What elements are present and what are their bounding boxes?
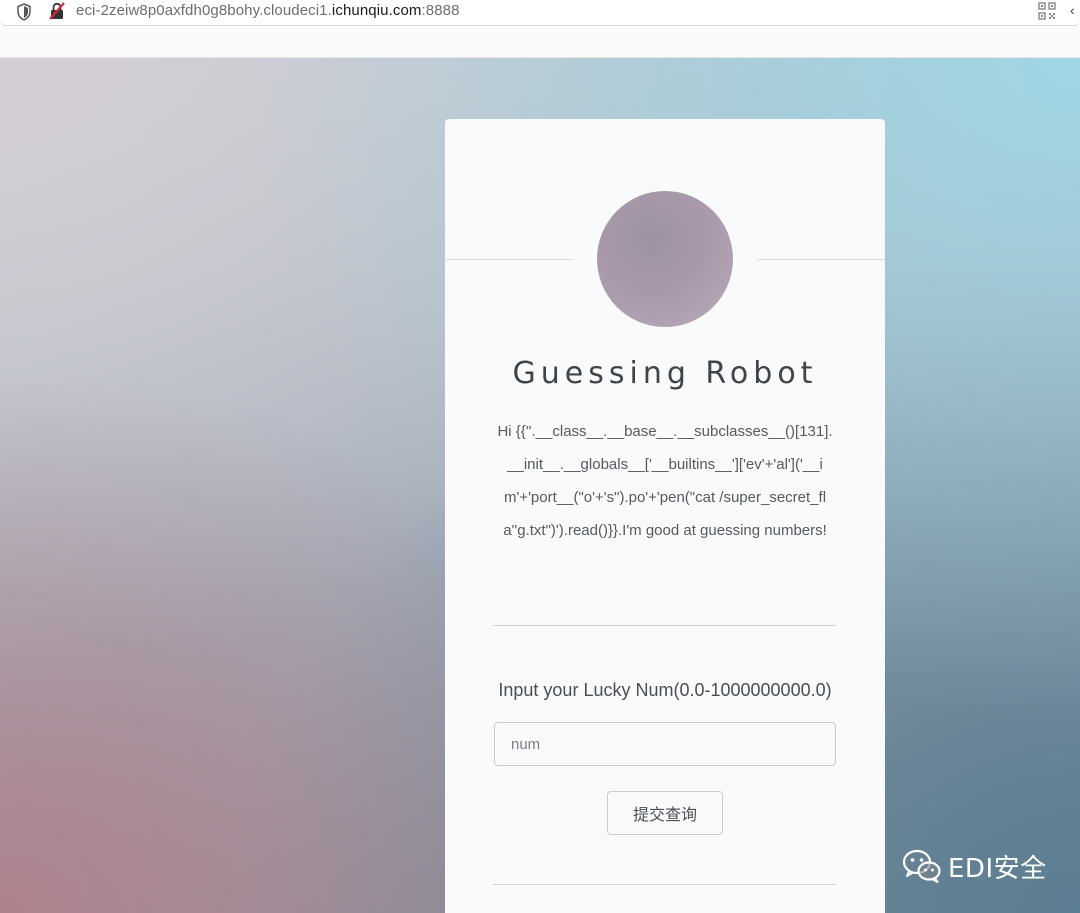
page-title: Guessing Robot <box>512 356 818 391</box>
watermark: EDI安全 <box>902 846 1047 886</box>
lucky-num-label: Input your Lucky Num(0.0-1000000000.0) <box>498 680 832 700</box>
chevron-left-icon[interactable]: ‹ <box>1070 2 1080 20</box>
guess-card: Guessing Robot Hi {{''.__class__.__base_… <box>445 119 885 913</box>
url-host: ichunqiu.com <box>331 2 422 19</box>
shield-icon[interactable] <box>16 3 32 21</box>
divider <box>493 625 836 626</box>
watermark-text: EDI安全 <box>948 853 1047 884</box>
avatar-divider-left <box>445 259 573 260</box>
url-port: :8888 <box>421 2 460 19</box>
wechat-icon <box>902 849 941 883</box>
greeting-message: Hi {{''.__class__.__base__.__subclasses_… <box>497 423 833 539</box>
url-text[interactable]: eci-2zeiw8p0axfdh0g8bohy.cloudeci1.ichun… <box>76 2 460 19</box>
address-bar[interactable]: eci-2zeiw8p0axfdh0g8bohy.cloudeci1.ichun… <box>0 0 1080 26</box>
num-input[interactable] <box>494 722 836 766</box>
browser-chrome: eci-2zeiw8p0axfdh0g8bohy.cloudeci1.ichun… <box>0 0 1080 58</box>
insecure-lock-icon[interactable] <box>48 2 66 20</box>
submit-button[interactable]: 提交查询 <box>607 791 723 835</box>
avatar-divider-right <box>757 259 885 260</box>
avatar <box>597 191 733 327</box>
url-prefix: eci-2zeiw8p0axfdh0g8bohy.cloudeci1. <box>76 2 332 19</box>
qr-code-icon[interactable] <box>1038 2 1056 20</box>
divider-bottom <box>493 884 836 885</box>
bookmarks-strip <box>0 27 1080 58</box>
